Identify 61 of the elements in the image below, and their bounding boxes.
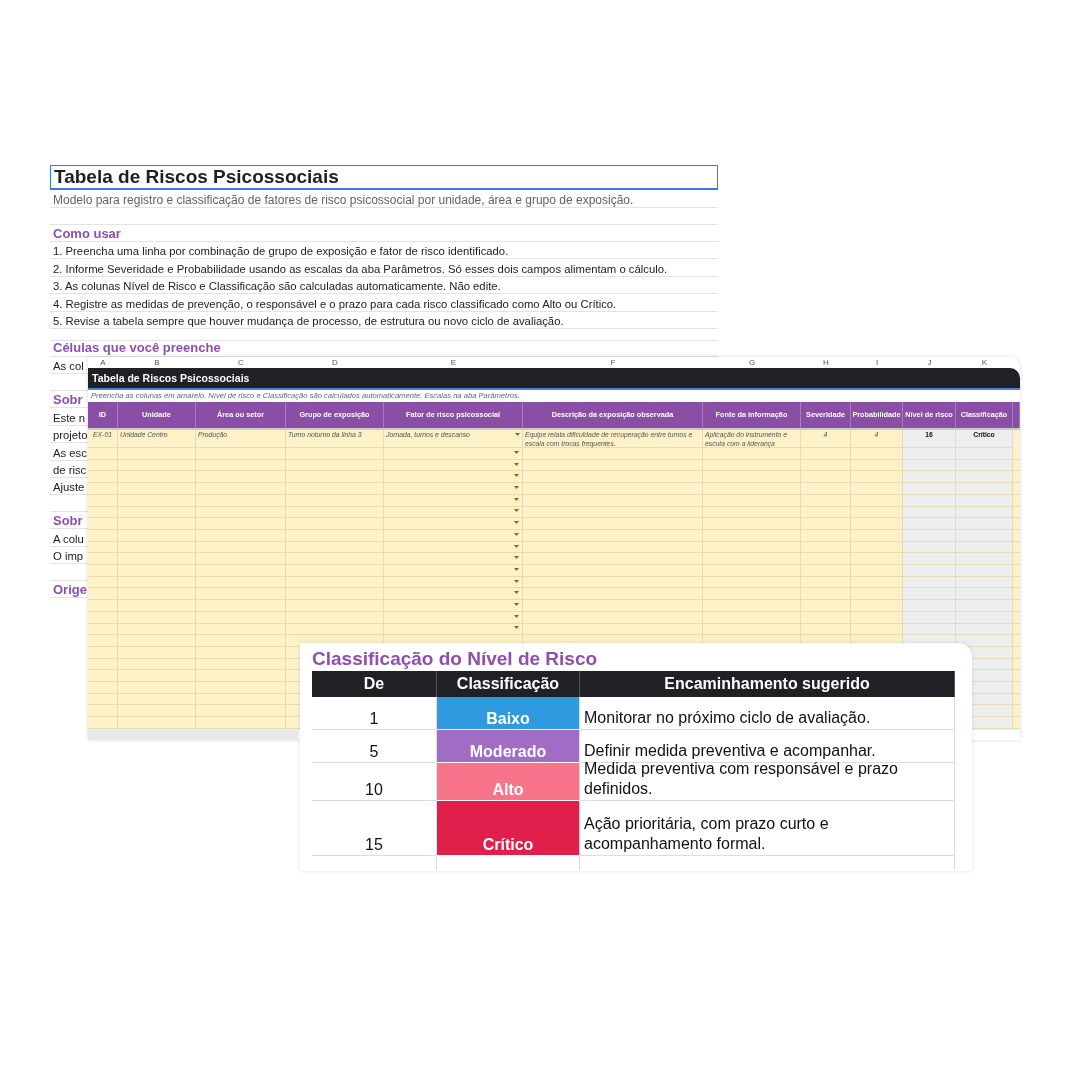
- table-cell: Medida preventiva com responsável e prazo definidos.: [580, 763, 955, 801]
- risk-level-label: Alto: [437, 763, 580, 801]
- column-letter[interactable]: J: [903, 357, 956, 368]
- instruction-text: de risc: [53, 463, 87, 476]
- dropdown-arrow-icon[interactable]: [515, 433, 520, 436]
- dropdown-arrow-icon[interactable]: [514, 486, 519, 490]
- legend-title: Classificação do Nível de Risco: [312, 647, 599, 671]
- sheet-subtitle: Modelo para registro e classificação de fatores de risco psicossocial por unidade, área e grupo de exposição.: [53, 193, 634, 207]
- column-letter[interactable]: B: [118, 357, 196, 368]
- column-header: Classificação: [437, 671, 580, 697]
- section-heading: Células que você preenche: [53, 340, 221, 355]
- section-heading: Como usar: [53, 226, 121, 241]
- dropdown-arrow-icon[interactable]: [514, 556, 519, 560]
- instruction-text: O imp: [53, 550, 84, 563]
- column-letter[interactable]: A: [88, 357, 118, 368]
- risk-level-label: Crítico: [437, 801, 580, 856]
- table-cell: Monitorar no próximo ciclo de avaliação.: [580, 697, 955, 730]
- instruction-text: 2. Informe Severidade e Probabilidade usando as escalas da aba Parâmetros. Só esses dois campos alimentam o cálculo.: [53, 262, 668, 275]
- risk-level-label: Baixo: [437, 697, 580, 730]
- dropdown-arrow-icon[interactable]: [514, 474, 519, 478]
- dropdown-arrow-icon[interactable]: [514, 451, 519, 454]
- dropdown-arrow-icon[interactable]: [514, 544, 519, 548]
- dropdown-arrow-icon[interactable]: [514, 509, 519, 513]
- instruction-text: projeto: [53, 429, 88, 442]
- column-letter[interactable]: G: [703, 357, 801, 368]
- instruction-text: A colu: [53, 532, 84, 545]
- dropdown-arrow-icon[interactable]: [514, 497, 519, 501]
- dropdown-arrow-icon[interactable]: [514, 626, 519, 630]
- section-heading: Sobr: [53, 513, 83, 529]
- table-cell: Ação prioritária, com prazo curto e acompanhamento formal.: [580, 801, 955, 856]
- horizontal-scrollbar[interactable]: [88, 730, 298, 740]
- risk-level-label: Moderado: [437, 730, 580, 763]
- instruction-text: Ajuste: [53, 481, 85, 494]
- dropdown-arrow-icon[interactable]: [514, 614, 519, 618]
- dropdown-arrow-icon[interactable]: [514, 602, 519, 606]
- section-heading: Sobr: [53, 392, 83, 408]
- dropdown-arrow-icon[interactable]: [514, 567, 519, 571]
- instruction-text: 5. Revise a tabela sempre que houver mudança de processo, de estrutura ou novo ciclo de avaliação.: [53, 314, 564, 327]
- column-header: De: [312, 671, 437, 697]
- column-letter[interactable]: F: [523, 357, 703, 368]
- column-letter[interactable]: E: [384, 357, 523, 368]
- instruction-text: As esc: [53, 446, 87, 459]
- instruction-text: 1. Preencha uma linha por combinação de grupo de exposição e fator de risco identificado.: [53, 245, 509, 258]
- dropdown-arrow-icon[interactable]: [514, 579, 519, 583]
- table-title: Tabela de Riscos Psicossociais: [92, 372, 250, 384]
- dropdown-arrow-icon[interactable]: [514, 462, 519, 466]
- column-letter[interactable]: H: [801, 357, 851, 368]
- instruction-text: As col: [53, 360, 84, 373]
- instruction-text: 4. Registre as medidas de prevenção, o responsável e o prazo para cada risco classificado como Alto ou Crítico.: [53, 297, 617, 310]
- column-letter[interactable]: I: [851, 357, 903, 368]
- dropdown-arrow-icon[interactable]: [514, 532, 519, 536]
- table-cell: Definir medida preventiva e acompanhar.: [580, 730, 955, 763]
- dropdown-arrow-icon[interactable]: [514, 521, 519, 525]
- instruction-text: 3. As colunas Nível de Risco e Classificação são calculadas automaticamente. Não edite.: [53, 280, 501, 293]
- dropdown-arrow-icon[interactable]: [514, 591, 519, 595]
- instruction-text: Este n: [53, 411, 86, 424]
- column-letter[interactable]: C: [196, 357, 286, 368]
- column-letter[interactable]: K: [956, 357, 1013, 368]
- section-heading: Orige: [53, 582, 87, 598]
- column-letter[interactable]: D: [286, 357, 384, 368]
- column-header: Encaminhamento sugerido: [580, 671, 955, 697]
